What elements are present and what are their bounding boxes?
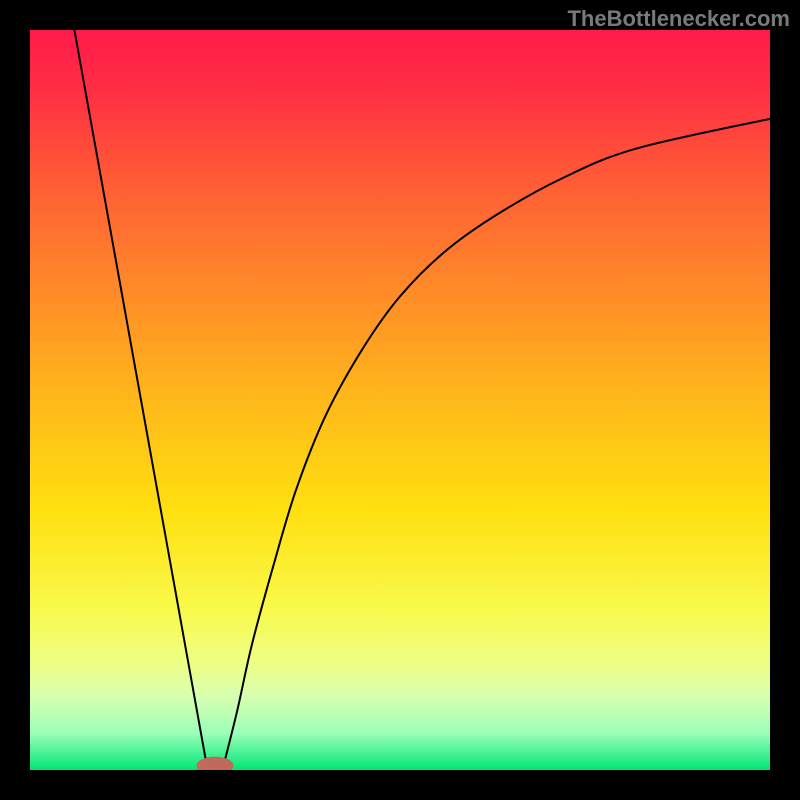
attribution-label: TheBottlenecker.com [567, 6, 790, 32]
plot-area [30, 30, 770, 770]
chart-svg [30, 30, 770, 770]
chart-outer-frame: TheBottlenecker.com [0, 0, 800, 800]
